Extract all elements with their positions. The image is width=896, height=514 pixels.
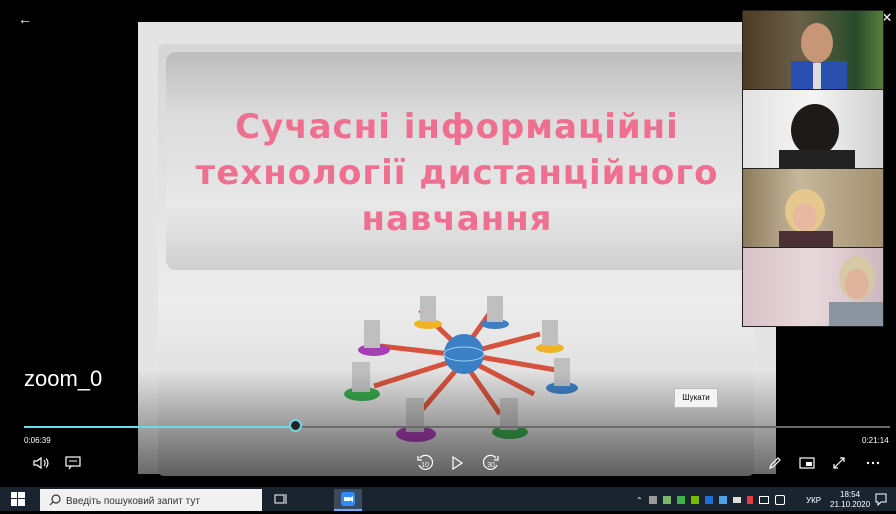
total-time: 0:21:14	[862, 436, 889, 445]
volume-button[interactable]	[30, 452, 52, 474]
slide-title: Сучасні інформаційні технології дистанці…	[166, 104, 748, 242]
speaker-icon	[33, 456, 49, 470]
zoom-app-icon	[341, 492, 355, 506]
rewind-seconds: 10	[421, 462, 429, 469]
seek-tooltip: Шукати	[674, 388, 718, 408]
more-options-button[interactable]	[862, 452, 884, 474]
play-button[interactable]	[446, 452, 468, 474]
tray-expand-icon[interactable]: ⌃	[636, 496, 643, 505]
participant-image	[829, 256, 883, 326]
captions-button[interactable]	[62, 452, 84, 474]
skip-back-button[interactable]: 10	[414, 452, 436, 474]
participant-video-4[interactable]	[742, 247, 884, 327]
participant-video-2[interactable]	[742, 89, 884, 169]
tray-app-icon[interactable]	[676, 496, 685, 504]
tray-app-icon[interactable]	[662, 496, 671, 504]
mini-view-button[interactable]	[796, 452, 818, 474]
captions-icon	[65, 456, 81, 470]
tray-app-icon[interactable]	[718, 496, 727, 504]
tray-app-icon[interactable]	[690, 496, 699, 504]
back-arrow-icon[interactable]: ←	[14, 8, 36, 30]
arrow-4	[479, 354, 557, 373]
participant-video-3[interactable]	[742, 168, 884, 248]
slide-title-line-3: навчання	[361, 199, 553, 239]
task-view-icon[interactable]	[274, 492, 288, 506]
forward-seconds: 30	[487, 462, 495, 469]
participant-image	[779, 104, 855, 168]
volume-tray-icon[interactable]	[774, 495, 785, 505]
participant-video-1[interactable]	[742, 10, 884, 90]
expand-icon	[833, 457, 845, 469]
arrow-3	[477, 331, 541, 353]
edit-button[interactable]	[764, 452, 786, 474]
search-placeholder: Введіть пошуковий запит тут	[66, 496, 200, 507]
tray-app-icon[interactable]	[648, 496, 657, 504]
clock-date[interactable]: 21.10.2020	[830, 500, 870, 509]
mini-view-icon	[799, 457, 815, 469]
clock-time[interactable]: 18:54	[840, 490, 860, 499]
slide-title-line-1: Сучасні інформаційні	[235, 107, 679, 147]
ellipsis-icon	[866, 461, 880, 465]
globe-icon	[444, 334, 484, 374]
play-icon	[452, 456, 464, 470]
seek-handle[interactable]	[289, 419, 303, 432]
system-tray: ⌃	[636, 490, 785, 510]
participant-image	[779, 189, 833, 247]
zoom-taskbar-app[interactable]	[334, 489, 362, 511]
battery-icon[interactable]	[732, 497, 741, 503]
notification-icon[interactable]	[874, 492, 888, 506]
elapsed-time: 0:06:39	[24, 436, 51, 445]
user-figure	[420, 296, 436, 322]
language-indicator[interactable]: УКР	[806, 496, 821, 505]
fullscreen-button[interactable]	[828, 452, 850, 474]
network-icon[interactable]	[758, 496, 769, 504]
tray-app-icon[interactable]	[746, 496, 753, 504]
video-title: zoom_0	[24, 366, 103, 391]
seek-progress	[24, 426, 296, 428]
arrow-9	[379, 343, 451, 357]
slide-title-line-2: технології дистанційного	[195, 153, 719, 193]
forward-icon: 30	[482, 454, 499, 470]
search-icon	[49, 494, 61, 506]
participant-image	[791, 23, 847, 89]
windows-start-icon[interactable]	[8, 490, 28, 508]
bluetooth-icon[interactable]	[704, 496, 713, 504]
skip-forward-button[interactable]: 30	[480, 452, 502, 474]
pencil-icon	[769, 457, 781, 469]
rewind-icon: 10	[417, 454, 434, 470]
